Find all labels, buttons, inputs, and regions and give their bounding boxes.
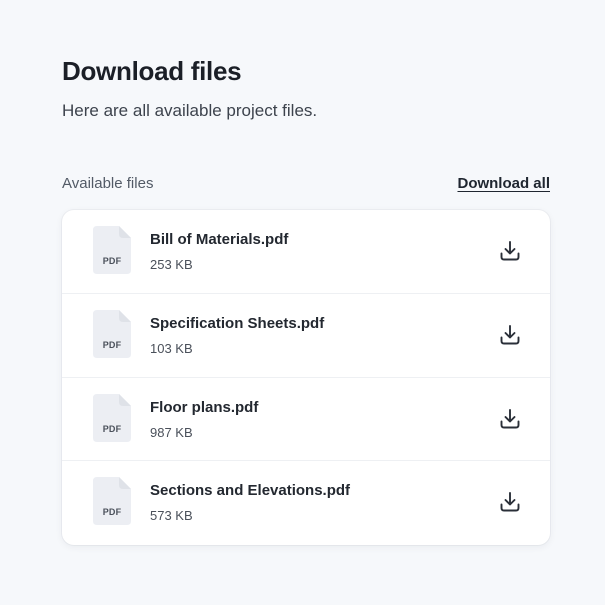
download-button[interactable] [498, 323, 522, 347]
download-icon [500, 324, 520, 345]
file-size: 987 KB [150, 424, 193, 440]
download-icon [500, 492, 520, 512]
download-icon [500, 241, 520, 261]
file-type-label: PDF [102, 256, 122, 266]
file-list: PDF Bill of Materials.pdf 253 KB PDF Spe… [62, 210, 550, 545]
file-name: Floor plans.pdf [150, 398, 259, 416]
pdf-file-icon: PDF [93, 477, 131, 526]
download-button[interactable] [498, 239, 522, 263]
file-type-label: PDF [102, 339, 122, 350]
file-row-bill-of-materials: PDF Bill of Materials.pdf 253 KB [62, 210, 550, 294]
file-name: Bill of Materials.pdf [150, 231, 289, 248]
download-button[interactable] [498, 490, 522, 514]
download-button[interactable] [498, 407, 522, 431]
download-all-link[interactable]: Download all [457, 175, 550, 192]
download-icon [500, 408, 520, 428]
file-size: 103 KB [150, 340, 193, 356]
file-name: Sections and Elevations.pdf [150, 482, 351, 500]
file-type-label: PDF [102, 423, 122, 434]
file-size: 253 KB [150, 257, 193, 272]
pdf-file-icon: PDF [93, 226, 131, 274]
file-type-label: PDF [102, 507, 122, 518]
download-files-page: Download files Here are all available pr… [0, 0, 605, 605]
file-size: 573 KB [150, 508, 193, 524]
file-row-specification-sheets: PDF Specification Sheets.pdf 103 KB [62, 294, 550, 378]
page-subtitle: Here are all available project files. [62, 101, 318, 120]
file-row-floor-plans: PDF Floor plans.pdf 987 KB [62, 378, 550, 462]
page-title: Download files [62, 56, 242, 86]
pdf-file-icon: PDF [93, 393, 131, 442]
available-files-label: Available files [62, 175, 154, 192]
file-name: Specification Sheets.pdf [150, 314, 325, 332]
file-row-sections-and-elevations: PDF Sections and Elevations.pdf 573 KB [62, 461, 550, 545]
pdf-file-icon: PDF [93, 309, 131, 358]
